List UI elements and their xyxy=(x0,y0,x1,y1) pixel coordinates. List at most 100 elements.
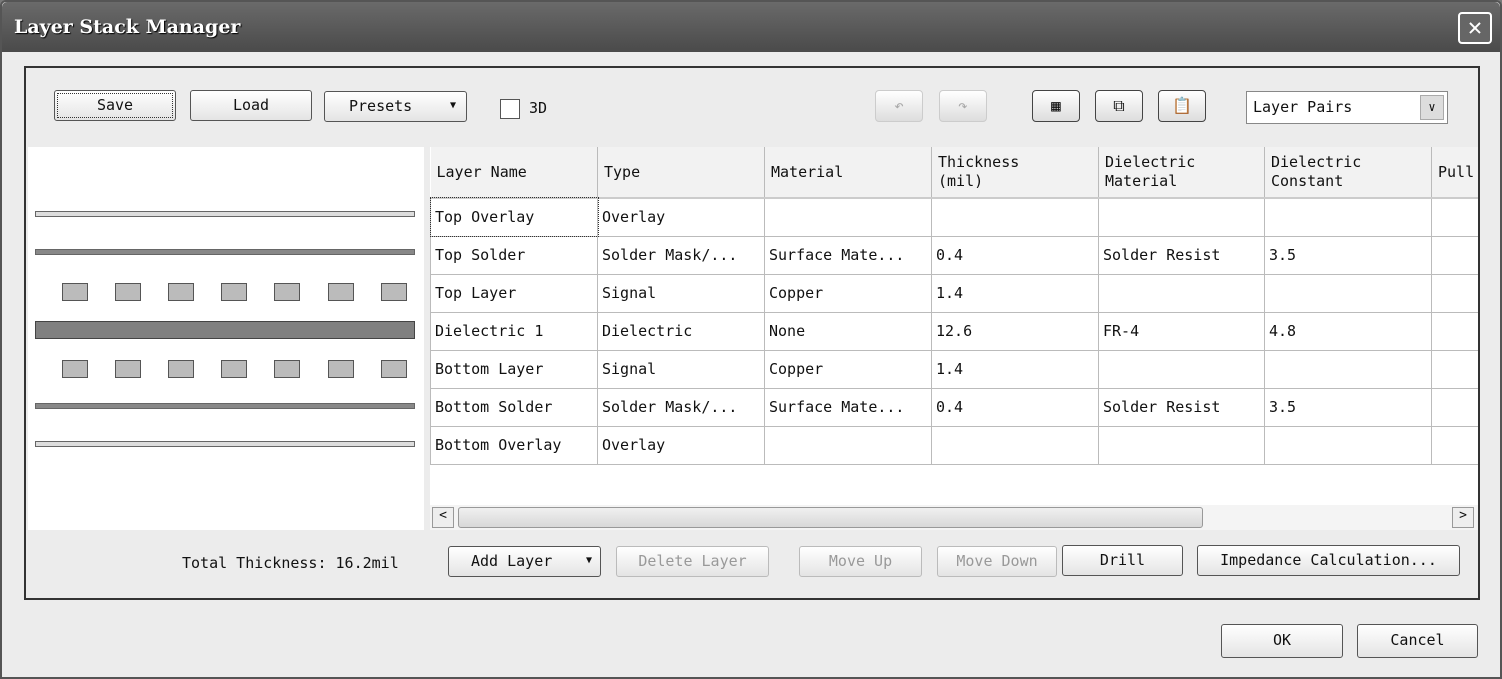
save-button[interactable]: Save xyxy=(54,90,176,121)
title-bar: Layer Stack Manager ✕ xyxy=(2,2,1500,52)
table-cell[interactable]: 4.8 xyxy=(1264,311,1432,351)
scrollbar-thumb[interactable] xyxy=(458,507,1203,528)
table-cell[interactable]: Solder Resist xyxy=(1098,235,1265,275)
delete-layer-button[interactable]: Delete Layer xyxy=(616,546,769,577)
presets-label: Presets xyxy=(349,97,413,115)
table-row[interactable]: Bottom Layer Signal Copper 1.4 xyxy=(430,349,1478,389)
table-cell[interactable]: Bottom Solder xyxy=(430,387,598,427)
table-cell[interactable]: 3.5 xyxy=(1264,235,1432,275)
table-row[interactable]: Top Overlay Overlay xyxy=(430,197,1478,237)
table-cell[interactable] xyxy=(1431,235,1478,275)
table-cell[interactable]: Solder Mask/... xyxy=(597,387,765,427)
table-cell[interactable] xyxy=(1098,425,1265,465)
table-cell[interactable]: Surface Mate... xyxy=(764,235,932,275)
top-layer-pad xyxy=(381,283,407,301)
table-row[interactable]: Top Solder Solder Mask/... Surface Mate...… xyxy=(430,235,1478,275)
table-cell[interactable]: 1.4 xyxy=(931,273,1099,313)
table-cell[interactable]: Solder Mask/... xyxy=(597,235,765,275)
table-cell[interactable] xyxy=(931,197,1099,237)
table-cell[interactable]: Dielectric xyxy=(597,311,765,351)
horizontal-scrollbar[interactable]: < > xyxy=(430,505,1478,530)
scroll-left-icon[interactable]: < xyxy=(432,507,454,528)
copy-icon[interactable]: ⧉ xyxy=(1095,90,1143,122)
drill-button[interactable]: Drill xyxy=(1062,545,1183,576)
table-cell[interactable]: 12.6 xyxy=(931,311,1099,351)
paste-icon[interactable]: 📋 xyxy=(1158,90,1206,122)
add-layer-label: Add Layer xyxy=(471,552,553,570)
top-overlay-layer xyxy=(35,211,415,217)
table-cell[interactable] xyxy=(1431,311,1478,351)
close-icon[interactable]: ✕ xyxy=(1458,12,1492,44)
table-row[interactable]: Bottom Overlay Overlay xyxy=(430,425,1478,465)
table-row[interactable]: Top Layer Signal Copper 1.4 xyxy=(430,273,1478,313)
layer-pairs-value: Layer Pairs xyxy=(1253,98,1353,116)
dropdown-arrow-icon: ▼ xyxy=(449,100,456,111)
table-cell[interactable]: FR-4 xyxy=(1098,311,1265,351)
table-cell[interactable] xyxy=(764,425,932,465)
table-cell[interactable]: 0.4 xyxy=(931,235,1099,275)
table-cell[interactable] xyxy=(764,197,932,237)
add-layer-button[interactable]: Add Layer ▼ xyxy=(448,546,601,577)
table-row[interactable]: Bottom Solder Solder Mask/... Surface Mate… xyxy=(430,387,1478,427)
layer-image-icon[interactable]: ▦ xyxy=(1032,90,1080,122)
table-cell[interactable]: 3.5 xyxy=(1264,387,1432,427)
table-cell[interactable] xyxy=(1431,425,1478,465)
column-header[interactable]: Type xyxy=(597,147,765,199)
table-cell[interactable]: 0.4 xyxy=(931,387,1099,427)
3d-label: 3D xyxy=(529,99,548,117)
table-cell[interactable] xyxy=(1098,273,1265,313)
table-cell[interactable]: Top Layer xyxy=(430,273,598,313)
column-header[interactable]: Material xyxy=(764,147,932,199)
ok-button[interactable]: OK xyxy=(1221,624,1343,658)
bottom-layer-pad xyxy=(274,360,300,378)
table-cell[interactable]: Signal xyxy=(597,349,765,389)
table-cell[interactable] xyxy=(1098,349,1265,389)
table-cell[interactable] xyxy=(931,425,1099,465)
table-cell[interactable] xyxy=(1264,273,1432,313)
load-button[interactable]: Load xyxy=(190,90,312,121)
table-cell[interactable] xyxy=(1431,387,1478,427)
column-header[interactable]: Thickness (mil) xyxy=(931,147,1099,199)
table-cell[interactable]: Solder Resist xyxy=(1098,387,1265,427)
table-cell[interactable] xyxy=(1264,197,1432,237)
table-cell[interactable] xyxy=(1431,197,1478,237)
table-cell[interactable]: Signal xyxy=(597,273,765,313)
table-cell[interactable] xyxy=(1431,349,1478,389)
table-row[interactable]: Dielectric 1 Dielectric None 12.6 FR-4 4.8 xyxy=(430,311,1478,351)
table-cell[interactable]: Copper xyxy=(764,273,932,313)
table-cell[interactable] xyxy=(1264,349,1432,389)
table-cell[interactable]: 1.4 xyxy=(931,349,1099,389)
top-layer-pad xyxy=(168,283,194,301)
impedance-calculation-button[interactable]: Impedance Calculation... xyxy=(1197,545,1460,576)
table-cell[interactable]: Bottom Overlay xyxy=(430,425,598,465)
column-header[interactable]: Dielectric Constant xyxy=(1264,147,1432,199)
table-cell[interactable]: None xyxy=(764,311,932,351)
table-cell[interactable]: Bottom Layer xyxy=(430,349,598,389)
undo-icon[interactable]: ↶ xyxy=(875,90,923,122)
dropdown-arrow-icon: ▼ xyxy=(585,555,592,566)
presets-dropdown-button[interactable]: Presets ▼ xyxy=(324,91,467,122)
layer-pairs-select[interactable]: Layer Pairs ∨ xyxy=(1246,91,1448,124)
table-cell[interactable]: Top Solder xyxy=(430,235,598,275)
table-cell[interactable] xyxy=(1264,425,1432,465)
table-cell[interactable]: Overlay xyxy=(597,425,765,465)
cancel-button[interactable]: Cancel xyxy=(1357,624,1478,658)
column-header[interactable]: Pull xyxy=(1431,147,1478,199)
table-cell[interactable]: Dielectric 1 xyxy=(430,311,598,351)
move-down-button[interactable]: Move Down xyxy=(937,546,1057,577)
bottom-layer-pad xyxy=(168,360,194,378)
table-cell[interactable]: Overlay xyxy=(597,197,765,237)
column-header[interactable]: Dielectric Material xyxy=(1098,147,1265,199)
table-cell[interactable]: Copper xyxy=(764,349,932,389)
table-cell[interactable]: Surface Mate... xyxy=(764,387,932,427)
chevron-down-icon[interactable]: ∨ xyxy=(1420,95,1444,120)
column-header[interactable]: Layer Name xyxy=(430,147,598,199)
move-up-button[interactable]: Move Up xyxy=(799,546,922,577)
top-layer-pad xyxy=(328,283,354,301)
redo-icon[interactable]: ↷ xyxy=(939,90,987,122)
table-cell[interactable] xyxy=(1098,197,1265,237)
table-cell[interactable]: Top Overlay xyxy=(430,197,599,237)
3d-checkbox[interactable] xyxy=(500,99,520,119)
scroll-right-icon[interactable]: > xyxy=(1452,507,1474,528)
table-cell[interactable] xyxy=(1431,273,1478,313)
